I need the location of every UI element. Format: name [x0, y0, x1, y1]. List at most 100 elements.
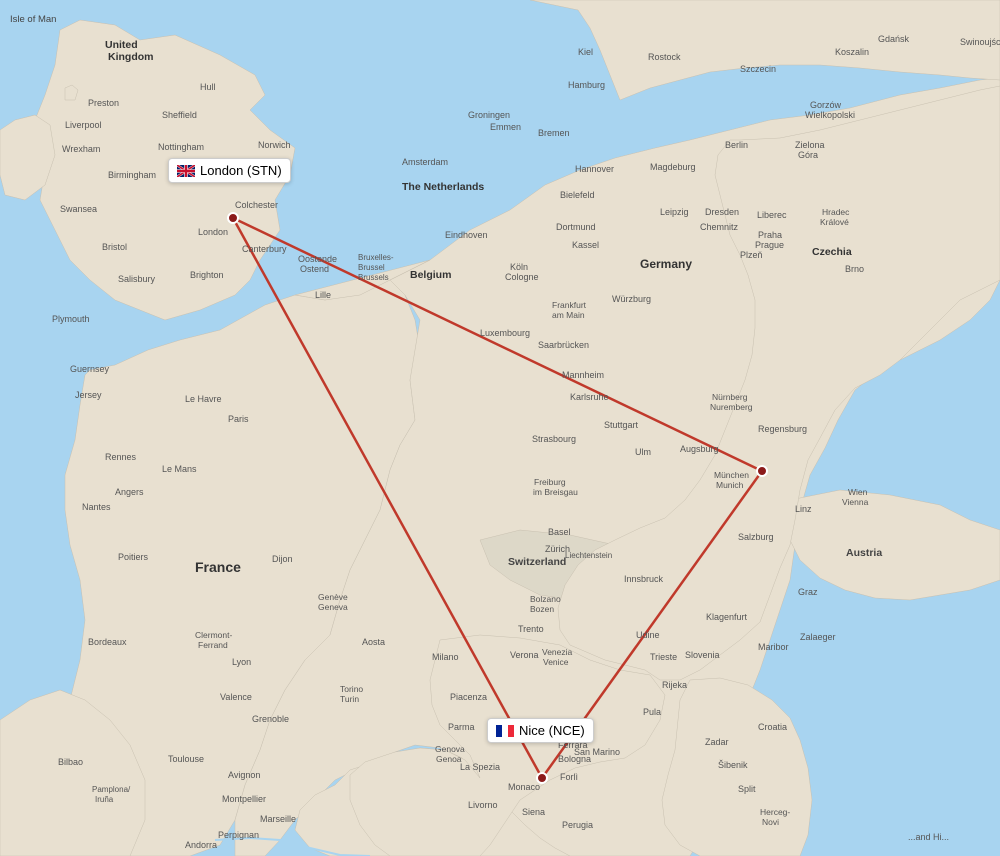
svg-text:Turin: Turin [340, 694, 359, 704]
svg-text:Dresden: Dresden [705, 207, 739, 217]
svg-text:Venice: Venice [543, 657, 569, 667]
svg-text:Saarbrücken: Saarbrücken [538, 340, 589, 350]
uk-flag [177, 165, 195, 177]
svg-text:Šibenik: Šibenik [718, 760, 748, 770]
svg-text:Ostend: Ostend [300, 264, 329, 274]
svg-text:Swansea: Swansea [60, 204, 97, 214]
svg-text:Magdeburg: Magdeburg [650, 162, 696, 172]
svg-text:Chemnitz: Chemnitz [700, 222, 739, 232]
svg-text:Dijon: Dijon [272, 554, 293, 564]
svg-text:Germany: Germany [640, 257, 692, 271]
svg-text:France: France [195, 559, 241, 575]
svg-text:Vienna: Vienna [842, 497, 869, 507]
svg-text:Plzeň: Plzeň [740, 250, 763, 260]
svg-text:Dortmund: Dortmund [556, 222, 596, 232]
svg-text:Rostock: Rostock [648, 52, 681, 62]
svg-text:Stuttgart: Stuttgart [604, 420, 639, 430]
svg-text:Plymouth: Plymouth [52, 314, 90, 324]
svg-text:Graz: Graz [798, 587, 818, 597]
svg-text:Bremen: Bremen [538, 128, 570, 138]
svg-text:Munich: Munich [716, 480, 744, 490]
svg-text:Brussels: Brussels [358, 273, 389, 282]
svg-text:Le Havre: Le Havre [185, 394, 222, 404]
svg-text:Siena: Siena [522, 807, 545, 817]
svg-text:Grenoble: Grenoble [252, 714, 289, 724]
svg-text:Belgium: Belgium [410, 269, 451, 281]
svg-text:Paris: Paris [228, 414, 249, 424]
svg-text:im Breisgau: im Breisgau [533, 487, 578, 497]
svg-text:Genoa: Genoa [436, 754, 462, 764]
svg-text:am Main: am Main [552, 310, 585, 320]
svg-text:Szczecin: Szczecin [740, 64, 776, 74]
svg-text:Split: Split [738, 784, 756, 794]
svg-text:Klagenfurt: Klagenfurt [706, 612, 748, 622]
svg-text:Ulm: Ulm [635, 447, 651, 457]
svg-text:Pula: Pula [643, 707, 661, 717]
svg-text:Emmen: Emmen [490, 122, 521, 132]
svg-text:Sheffield: Sheffield [162, 110, 197, 120]
svg-text:Berlin: Berlin [725, 140, 748, 150]
svg-text:Angers: Angers [115, 487, 144, 497]
svg-text:Perugia: Perugia [562, 820, 593, 830]
svg-text:Preston: Preston [88, 98, 119, 108]
svg-text:Birmingham: Birmingham [108, 170, 156, 180]
svg-text:Marseille: Marseille [260, 814, 296, 824]
svg-text:Köln: Köln [510, 262, 528, 272]
svg-text:Canterbury: Canterbury [242, 244, 287, 254]
svg-text:Strasbourg: Strasbourg [532, 434, 576, 444]
nice-airport-label: Nice (NCE) [487, 718, 594, 743]
svg-text:Karlsruhe: Karlsruhe [570, 392, 609, 402]
svg-text:Forlì: Forlì [560, 772, 578, 782]
svg-text:Amsterdam: Amsterdam [402, 157, 448, 167]
svg-text:Clermont-: Clermont- [195, 630, 232, 640]
svg-text:Liberec: Liberec [757, 210, 787, 220]
svg-text:Bruxelles-: Bruxelles- [358, 253, 394, 262]
svg-text:Genova: Genova [435, 744, 465, 754]
svg-text:Trieste: Trieste [650, 652, 677, 662]
svg-text:Poitiers: Poitiers [118, 552, 149, 562]
svg-text:Toulouse: Toulouse [168, 754, 204, 764]
svg-text:United: United [105, 39, 138, 51]
svg-text:Genève: Genève [318, 592, 348, 602]
svg-text:Kingdom: Kingdom [108, 51, 154, 63]
london-airport-label: London (STN) [168, 158, 291, 183]
svg-text:Herceg-: Herceg- [760, 807, 790, 817]
svg-text:Linz: Linz [795, 504, 812, 514]
svg-text:Bozen: Bozen [530, 604, 554, 614]
svg-text:Geneva: Geneva [318, 602, 348, 612]
svg-text:Bordeaux: Bordeaux [88, 637, 127, 647]
svg-text:Guernsey: Guernsey [70, 364, 110, 374]
svg-text:Lyon: Lyon [232, 657, 251, 667]
nice-label-text: Nice (NCE) [519, 723, 585, 738]
svg-text:Nürnberg: Nürnberg [712, 392, 748, 402]
svg-text:Leipzig: Leipzig [660, 207, 689, 217]
svg-text:Würzburg: Würzburg [612, 294, 651, 304]
svg-text:Góra: Góra [798, 150, 818, 160]
svg-text:Ferrand: Ferrand [198, 640, 228, 650]
svg-text:Bilbao: Bilbao [58, 757, 83, 767]
svg-text:Liechtenstein: Liechtenstein [565, 551, 612, 560]
svg-text:Pamplona/: Pamplona/ [92, 785, 131, 794]
svg-text:Milano: Milano [432, 652, 459, 662]
map-container: Isle of Man United Kingdom Preston Hull … [0, 0, 1000, 856]
svg-text:Innsbruck: Innsbruck [624, 574, 664, 584]
svg-text:Zalaeger: Zalaeger [800, 632, 836, 642]
svg-text:Prague: Prague [755, 240, 784, 250]
svg-text:...and Hi...: ...and Hi... [908, 832, 949, 842]
svg-text:Lille: Lille [315, 290, 331, 300]
svg-text:Torino: Torino [340, 684, 363, 694]
svg-text:Gorzów: Gorzów [810, 100, 842, 110]
svg-text:Andorra: Andorra [185, 840, 217, 850]
svg-text:Trento: Trento [518, 624, 544, 634]
svg-text:Isle of Man: Isle of Man [10, 14, 56, 25]
svg-text:Nuremberg: Nuremberg [710, 402, 753, 412]
svg-text:Kassel: Kassel [572, 240, 599, 250]
svg-text:Cologne: Cologne [505, 272, 539, 282]
svg-text:Regensburg: Regensburg [758, 424, 807, 434]
svg-text:Freiburg: Freiburg [534, 477, 566, 487]
svg-text:The Netherlands: The Netherlands [402, 181, 484, 193]
svg-text:Swinoujście: Swinoujście [960, 37, 1000, 47]
svg-text:Parma: Parma [448, 722, 475, 732]
nice-airport-dot [537, 773, 547, 783]
svg-text:Rijeka: Rijeka [662, 680, 687, 690]
